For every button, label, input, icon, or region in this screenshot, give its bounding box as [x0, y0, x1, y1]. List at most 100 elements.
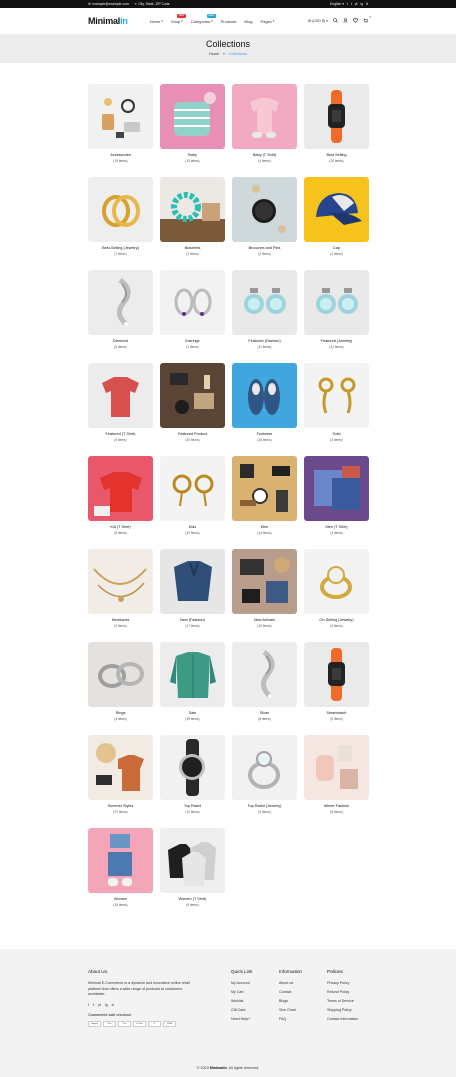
collection-card[interactable]: Featured (T Shirt) (9 items) — [88, 363, 153, 442]
language-select[interactable]: English ▾ — [330, 2, 344, 6]
collection-card[interactable]: Baby (T Shirt) (4 items) — [232, 84, 297, 163]
collection-title[interactable]: Cap — [304, 246, 369, 250]
collection-image[interactable] — [232, 177, 297, 242]
collection-title[interactable]: Women — [88, 897, 153, 901]
collection-title[interactable]: Best-Selling (Jewelry) — [88, 246, 153, 250]
breadcrumb-home[interactable]: Home — [209, 52, 219, 56]
collection-title[interactable]: Necklaces — [88, 618, 153, 622]
tiktok-icon[interactable]: tt — [112, 1003, 114, 1007]
nav-item-products[interactable]: Products — [221, 19, 237, 24]
policy-link[interactable]: Privacy Policy — [327, 981, 358, 985]
collection-card[interactable]: Top Rated (12 items) — [160, 735, 225, 814]
nav-item-shop[interactable]: Shop ▾ NEW — [171, 13, 186, 24]
collection-card[interactable]: Featured Product (20 items) — [160, 363, 225, 442]
collection-image[interactable] — [232, 735, 297, 800]
info-link[interactable]: Contact — [279, 990, 302, 994]
collection-card[interactable]: Smartwatch (5 items) — [304, 642, 369, 721]
quick-link[interactable]: My Account — [231, 981, 252, 985]
logo[interactable]: Minimalin — [88, 16, 128, 26]
collection-card[interactable]: Footwear (16 items) — [232, 363, 297, 442]
collection-image[interactable] — [304, 363, 369, 428]
collection-card[interactable]: Baby (10 items) — [160, 84, 225, 163]
collection-image[interactable] — [232, 84, 297, 149]
collection-title[interactable]: Featured (T Shirt) — [88, 432, 153, 436]
collection-image[interactable] — [88, 177, 153, 242]
collection-card[interactable]: Brooches and Pins (2 items) — [232, 177, 297, 256]
collection-image[interactable] — [88, 456, 153, 521]
collection-image[interactable] — [88, 828, 153, 893]
collection-title[interactable]: Featured (Fashion) — [232, 339, 297, 343]
collection-card[interactable]: Rings (4 items) — [88, 642, 153, 721]
collection-card[interactable]: Diamond (6 items) — [88, 270, 153, 349]
instagram-icon[interactable]: ig — [360, 2, 363, 6]
collection-title[interactable]: Bracelets — [160, 246, 225, 250]
info-link[interactable]: About us — [279, 981, 302, 985]
collection-title[interactable]: On-Selling (Jewelry) — [304, 618, 369, 622]
collection-title[interactable]: New (Fashion) — [160, 618, 225, 622]
collection-card[interactable]: Winter Fashion (8 items) — [304, 735, 369, 814]
email-contact[interactable]: ✉ example@example.com — [88, 2, 129, 6]
collection-title[interactable]: Featured (Jewelry) — [304, 339, 369, 343]
collection-card[interactable]: Featured (Jewelry) (12 items) — [304, 270, 369, 349]
collection-title[interactable]: Smartwatch — [304, 711, 369, 715]
policy-link[interactable]: Terms of Service — [327, 999, 358, 1003]
collection-title[interactable]: Brooches and Pins — [232, 246, 297, 250]
collection-card[interactable]: Men (14 items) — [232, 456, 297, 535]
collection-image[interactable] — [304, 642, 369, 707]
collection-card[interactable]: Top Rated (Jewelry) (5 items) — [232, 735, 297, 814]
collection-image[interactable] — [232, 363, 297, 428]
collection-image[interactable] — [232, 270, 297, 335]
collection-title[interactable]: Baby — [160, 153, 225, 157]
collection-title[interactable]: Top Rated — [160, 804, 225, 808]
info-link[interactable]: Size Chart — [279, 1008, 302, 1012]
collection-title[interactable]: Accessories — [88, 153, 153, 157]
collection-title[interactable]: Gold — [304, 432, 369, 436]
collection-title[interactable]: Earrings — [160, 339, 225, 343]
collection-title[interactable]: Best Selling — [304, 153, 369, 157]
collection-title[interactable]: Rings — [88, 711, 153, 715]
collection-title[interactable]: Baby (T Shirt) — [232, 153, 297, 157]
collection-image[interactable] — [88, 549, 153, 614]
collection-title[interactable]: Footwear — [232, 432, 297, 436]
collection-image[interactable] — [304, 84, 369, 149]
collection-image[interactable] — [304, 456, 369, 521]
collection-image[interactable] — [232, 456, 297, 521]
quick-link[interactable]: My Cart — [231, 990, 252, 994]
youtube-icon[interactable]: yt — [98, 1003, 101, 1007]
collection-title[interactable]: Kid (T Shirt) — [88, 525, 153, 529]
collection-card[interactable]: Cap (2 items) — [304, 177, 369, 256]
twitter-icon[interactable]: t — [93, 1003, 94, 1007]
collection-card[interactable]: Summer Styles (27 items) — [88, 735, 153, 814]
collection-card[interactable]: New (Fashion) (17 items) — [160, 549, 225, 628]
nav-item-pages[interactable]: Pages ▾ — [260, 19, 274, 24]
info-link[interactable]: Blogs — [279, 999, 302, 1003]
collection-card[interactable]: Kid (T Shirt) (5 items) — [88, 456, 153, 535]
currency-select[interactable]: IN (USD $) ▾ — [308, 19, 328, 23]
collection-image[interactable] — [160, 270, 225, 335]
policy-link[interactable]: Shipping Policy — [327, 1008, 358, 1012]
collection-image[interactable] — [88, 735, 153, 800]
collection-image[interactable] — [304, 270, 369, 335]
collection-title[interactable]: Silver — [232, 711, 297, 715]
collection-card[interactable]: Best Selling (20 items) — [304, 84, 369, 163]
collection-image[interactable] — [160, 84, 225, 149]
collection-title[interactable]: Sale — [160, 711, 225, 715]
collection-image[interactable] — [304, 549, 369, 614]
tiktok-icon[interactable]: tt — [366, 2, 368, 6]
collection-image[interactable] — [160, 456, 225, 521]
facebook-icon[interactable]: f — [347, 2, 348, 6]
collection-title[interactable]: New Arrivals — [232, 618, 297, 622]
collection-image[interactable] — [160, 177, 225, 242]
quick-link[interactable]: Wishlist — [231, 999, 252, 1003]
collection-image[interactable] — [160, 735, 225, 800]
quick-link[interactable]: Gift Card — [231, 1008, 252, 1012]
collection-title[interactable]: Diamond — [88, 339, 153, 343]
collection-title[interactable]: Men — [232, 525, 297, 529]
collection-card[interactable]: Featured (Fashion) (11 items) — [232, 270, 297, 349]
collection-image[interactable] — [88, 363, 153, 428]
collection-title[interactable]: Women (T Shirt) — [160, 897, 225, 901]
nav-item-categories[interactable]: Categories ▾ SALE — [191, 13, 216, 24]
facebook-icon[interactable]: f — [88, 1003, 89, 1007]
nav-item-blog[interactable]: Blog — [244, 19, 252, 24]
policy-link[interactable]: Contact Information — [327, 1017, 358, 1021]
